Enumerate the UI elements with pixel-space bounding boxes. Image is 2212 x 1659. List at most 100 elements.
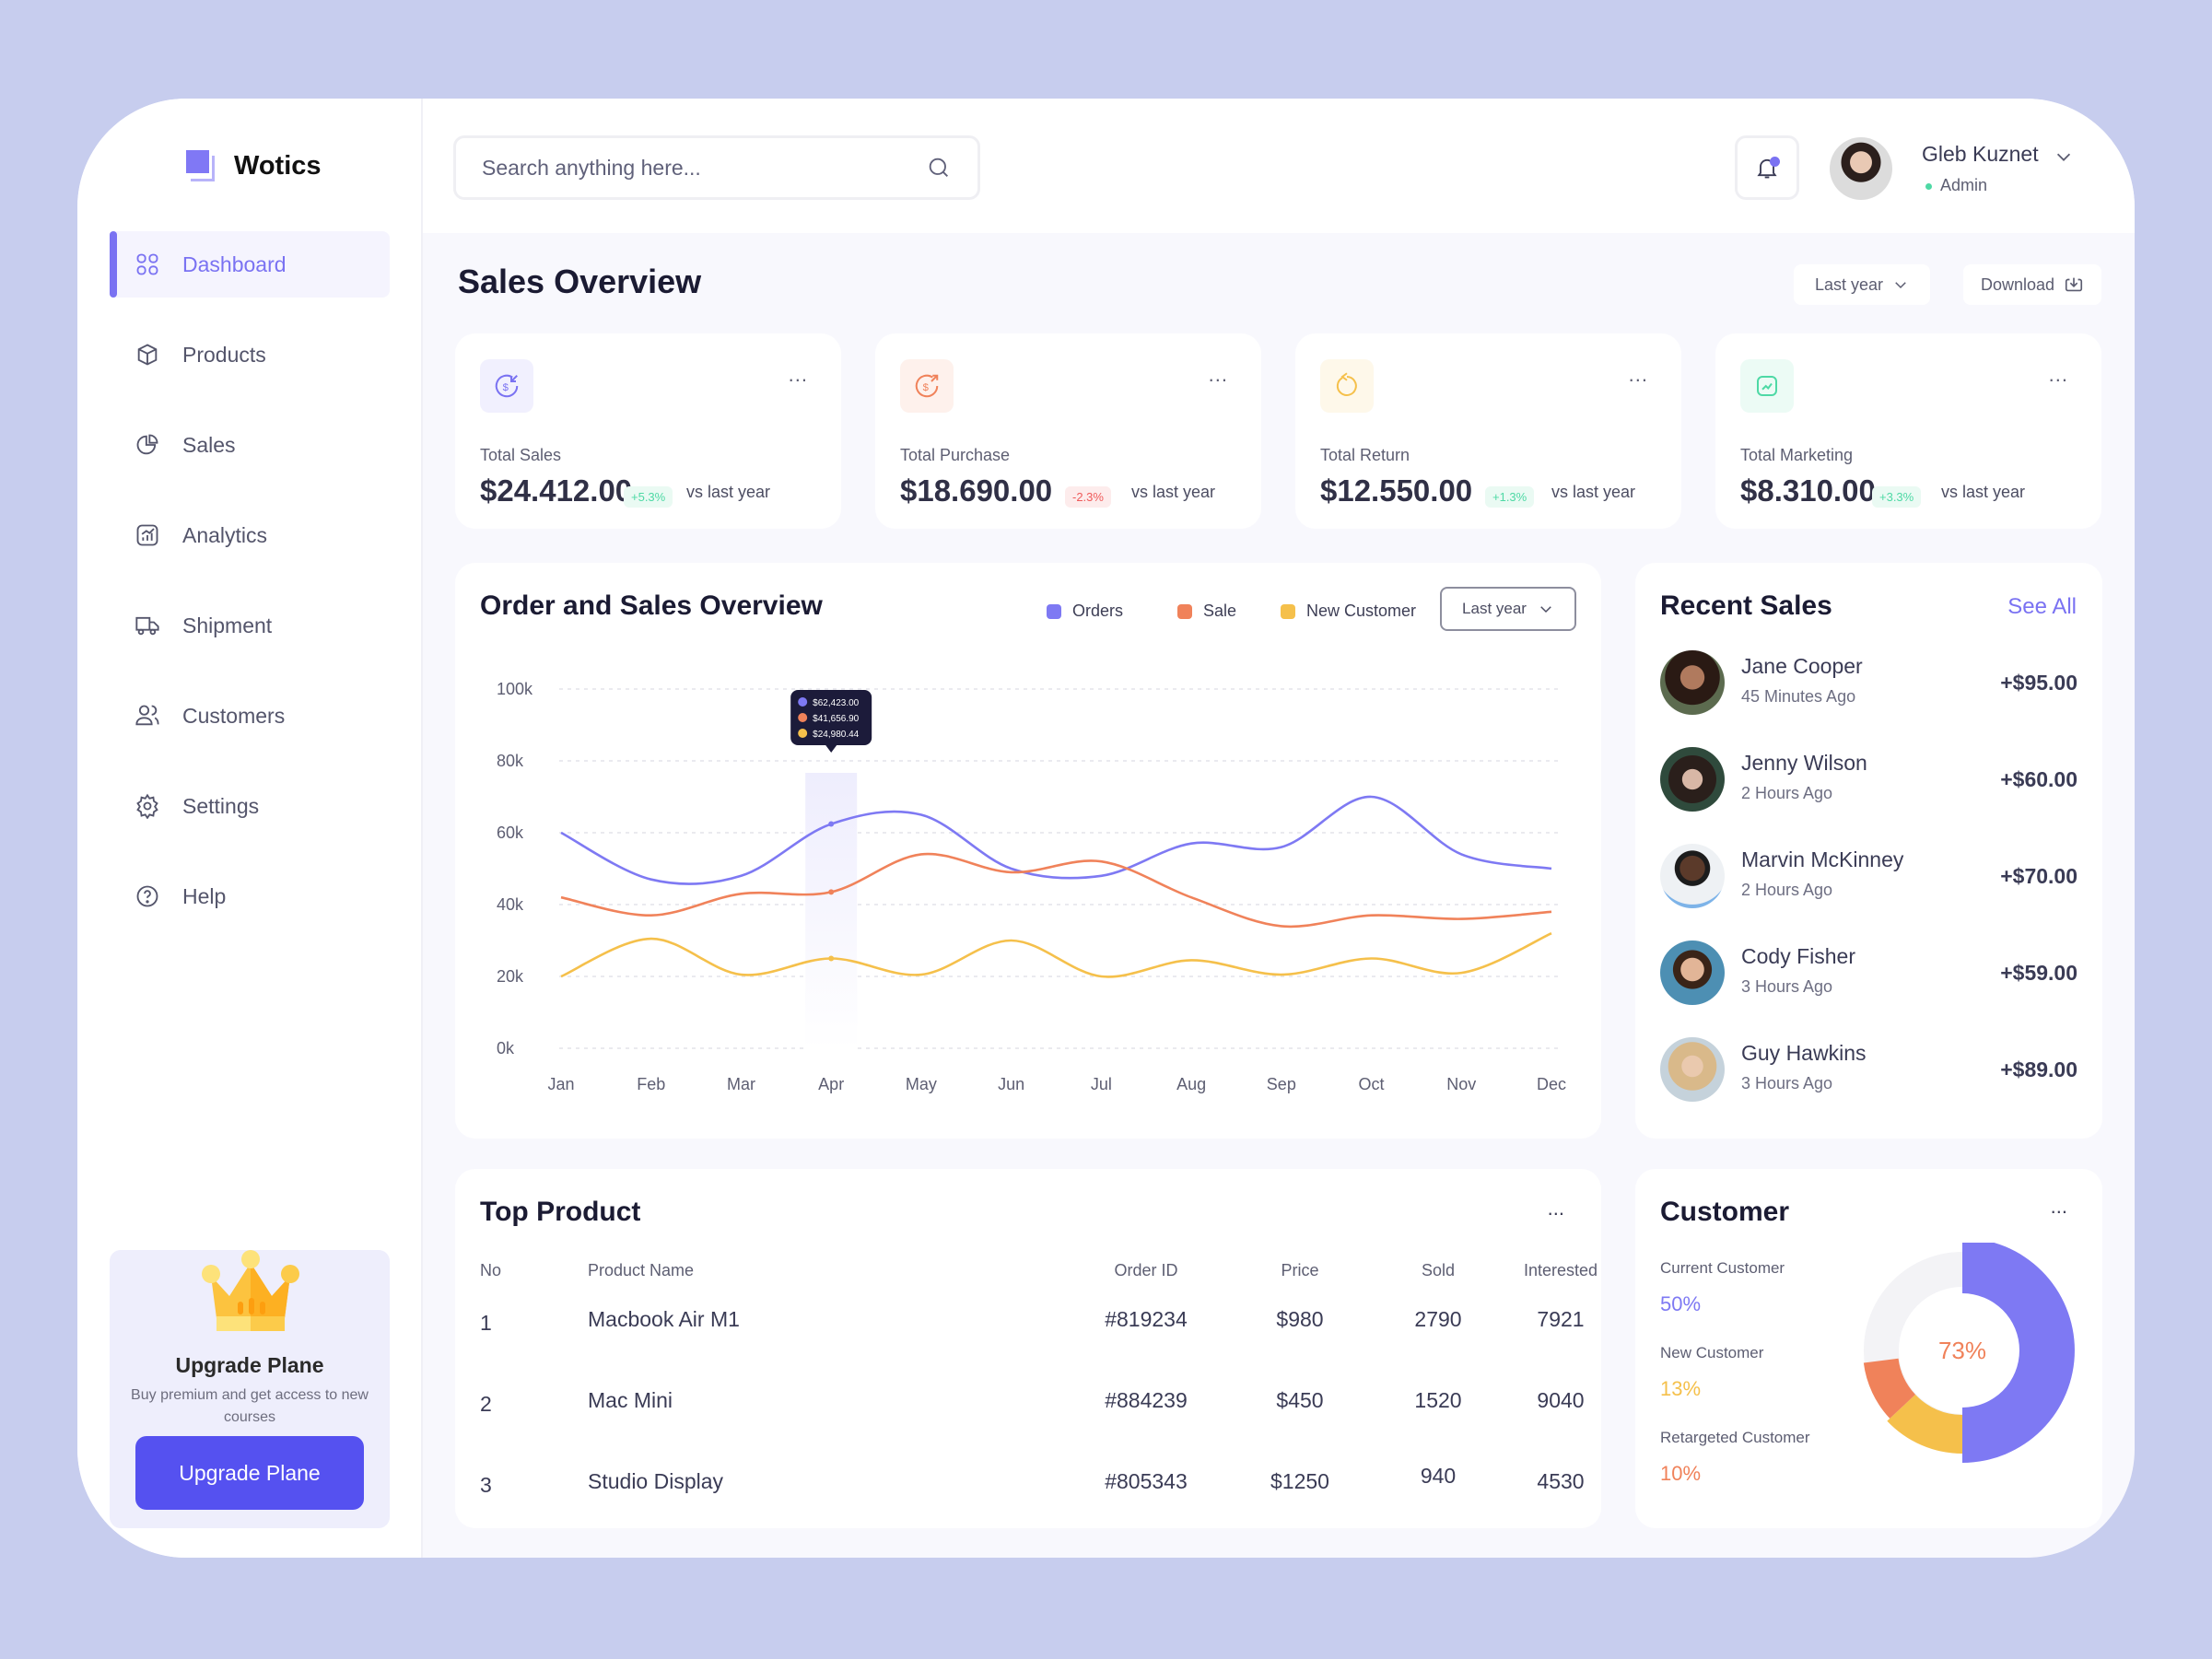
brand-logo[interactable]: Wotics [186, 150, 322, 181]
series-line-orders[interactable] [560, 795, 1552, 885]
tooltip-swatch [798, 713, 808, 722]
cell-order-id: #884239 [1105, 1388, 1188, 1412]
customer-name: Jane Cooper [1741, 654, 1863, 678]
stat-label: Total Purchase [900, 446, 1011, 464]
svg-text:$: $ [923, 382, 930, 393]
box-icon [137, 344, 158, 366]
customer-avatar [1660, 940, 1725, 1005]
period-select[interactable]: Last year [1794, 264, 1930, 305]
x-tick-label: Jun [998, 1075, 1024, 1093]
gear-icon [136, 793, 158, 819]
search-input[interactable] [482, 155, 906, 181]
x-tick-label: Mar [727, 1075, 755, 1093]
more-icon[interactable]: ... [2051, 1195, 2067, 1219]
customer-avatar [1660, 1037, 1725, 1102]
more-icon[interactable]: ... [1629, 363, 1648, 387]
period-select-label: Last year [1814, 275, 1884, 294]
sidebar-item-settings[interactable]: Settings [110, 773, 390, 839]
line-chart[interactable]: 0k 20k 40k 60k 80k 100k Jan Feb Mar Apr May Jun Jul A… [455, 563, 1601, 1139]
y-tick-label: 20k [497, 967, 524, 986]
cell-no: 2 [480, 1392, 492, 1416]
sale-time: 3 Hours Ago [1741, 977, 1833, 996]
recent-sales-card: Recent Sales See All Jane Cooper 45 Minu… [1635, 563, 2102, 1139]
segment-value: 10% [1660, 1462, 1702, 1485]
cell-sold: 2790 [1414, 1307, 1462, 1331]
sale-amount: +$70.00 [2000, 864, 2077, 888]
data-point[interactable] [828, 889, 835, 895]
sidebar-nav: Dashboard Products Sales Analytics Shipm… [110, 231, 390, 953]
logo-icon [186, 150, 216, 181]
column-header-no[interactable]: No [480, 1261, 501, 1280]
top-header: Gleb Kuznet Admin [423, 99, 2135, 233]
sidebar-item-analytics[interactable]: Analytics [110, 502, 390, 568]
truck-icon [135, 616, 159, 636]
recent-sale-item[interactable]: Guy Hawkins 3 Hours Ago +$89.00 [1660, 1037, 2077, 1104]
x-tick-label: Aug [1176, 1075, 1206, 1093]
recent-sale-item[interactable]: Jenny Wilson 2 Hours Ago +$60.00 [1660, 747, 2077, 813]
y-tick-label: 40k [497, 895, 524, 914]
download-button[interactable]: Download [1963, 264, 2101, 305]
data-point[interactable] [828, 821, 835, 827]
stat-card-total-sales: $ ... Total Sales $24.412.00 +5.3% vs la… [455, 333, 841, 529]
download-icon [2065, 277, 2083, 292]
column-header-sold[interactable]: Sold [1383, 1261, 1493, 1280]
sale-time: 45 Minutes Ago [1741, 687, 1856, 706]
more-icon[interactable]: ... [1209, 363, 1228, 387]
help-icon [136, 885, 158, 907]
more-icon[interactable]: ... [1548, 1197, 1564, 1221]
stat-change-badge: +1.3% [1485, 486, 1535, 508]
notification-button[interactable] [1735, 135, 1799, 200]
recent-sale-item[interactable]: Cody Fisher 3 Hours Ago +$59.00 [1660, 940, 2077, 1007]
search-icon[interactable] [926, 155, 952, 181]
tooltip-swatch [798, 729, 808, 738]
cell-product-name: Mac Mini [588, 1388, 673, 1412]
recent-sale-item[interactable]: Jane Cooper 45 Minutes Ago +$95.00 [1660, 650, 2077, 717]
column-header-interested[interactable]: Interested [1505, 1261, 1616, 1280]
y-tick-label: 80k [497, 752, 524, 770]
segment-label: Retargeted Customer [1660, 1429, 1810, 1446]
customer-donut-chart[interactable]: 73% [1843, 1243, 2082, 1482]
more-icon[interactable]: ... [789, 363, 808, 387]
user-role: Admin [1925, 176, 1988, 194]
top-product-card: Top Product ... No Product Name Order ID… [455, 1169, 1601, 1528]
stat-value: $12.550.00 [1320, 473, 1473, 508]
sidebar: Wotics Dashboard Products Sales Analytic… [77, 99, 423, 1558]
more-icon[interactable]: ... [2049, 363, 2068, 387]
column-header-product-name[interactable]: Product Name [588, 1261, 694, 1280]
cell-interested: 4530 [1537, 1469, 1585, 1493]
sale-amount: +$60.00 [2000, 767, 2077, 791]
column-header-order-id[interactable]: Order ID [1054, 1261, 1238, 1280]
see-all-link[interactable]: See All [2007, 594, 2077, 620]
sidebar-item-label: Analytics [182, 522, 268, 547]
tooltip-value: $24,980.44 [813, 730, 859, 740]
sidebar-item-sales[interactable]: Sales [110, 412, 390, 478]
svg-text:$: $ [503, 382, 509, 393]
sale-amount: +$59.00 [2000, 961, 2077, 985]
sidebar-item-label: Customers [182, 703, 286, 728]
stat-label: Total Sales [480, 446, 562, 464]
stat-value: $8.310.00 [1740, 473, 1876, 508]
segment-label: New Customer [1660, 1344, 1764, 1361]
series-line-new-customer[interactable] [560, 932, 1552, 978]
sale-time: 2 Hours Ago [1741, 784, 1833, 802]
tooltip-swatch [798, 697, 808, 707]
recent-sale-item[interactable]: Marvin McKinney 2 Hours Ago +$70.00 [1660, 844, 2077, 910]
dollar-in-icon: $ [480, 359, 533, 413]
column-header-price[interactable]: Price [1245, 1261, 1355, 1280]
sidebar-item-products[interactable]: Products [110, 321, 390, 388]
chevron-down-icon [1895, 282, 1906, 289]
sidebar-item-help[interactable]: Help [110, 863, 390, 929]
sidebar-item-dashboard[interactable]: Dashboard [110, 231, 390, 298]
chevron-down-icon[interactable] [2054, 146, 2074, 167]
segment-value: 13% [1660, 1377, 1702, 1400]
data-point[interactable] [828, 955, 835, 962]
sidebar-item-shipment[interactable]: Shipment [110, 592, 390, 659]
chart-tooltip: $62,423.00 $41,656.90 $24,980.44 [790, 690, 872, 753]
user-avatar[interactable] [1830, 137, 1892, 200]
series-line-sale[interactable] [560, 852, 1552, 929]
sidebar-item-customers[interactable]: Customers [110, 683, 390, 749]
cell-order-id: #819234 [1105, 1307, 1188, 1331]
stat-card-total-marketing: ... Total Marketing $8.310.00 +3.3% vs l… [1715, 333, 2101, 529]
x-tick-label: Apr [818, 1075, 844, 1093]
upgrade-button[interactable]: Upgrade Plane [135, 1436, 364, 1510]
